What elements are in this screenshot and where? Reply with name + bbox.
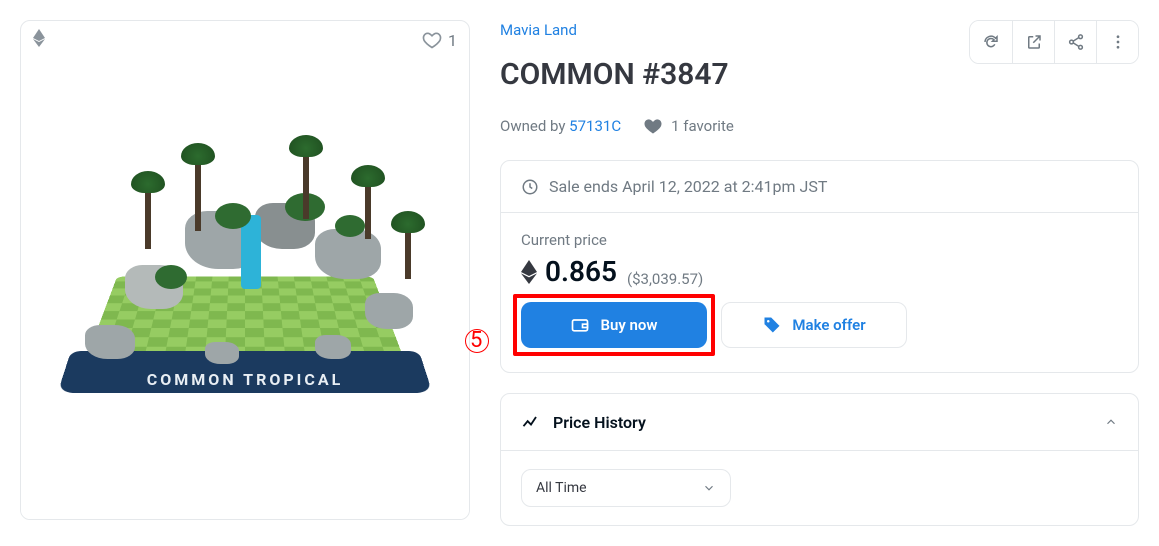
owner-link[interactable]: 57131C xyxy=(569,117,621,135)
time-range-select[interactable]: All Time xyxy=(521,469,731,507)
step-marker: 5 xyxy=(467,328,479,353)
select-value: All Time xyxy=(536,480,587,496)
history-title: Price History xyxy=(553,413,646,432)
buy-now-button[interactable]: Buy now xyxy=(521,302,707,348)
price-history-card: Price History All Time xyxy=(500,393,1139,526)
refresh-button[interactable] xyxy=(970,21,1012,63)
chevron-down-icon xyxy=(702,481,716,495)
ethereum-icon xyxy=(521,260,537,284)
sale-card: Sale ends April 12, 2022 at 2:41pm JST C… xyxy=(500,160,1139,373)
share-icon xyxy=(1067,33,1085,51)
favorite-count: 1 xyxy=(448,31,457,50)
favorite-small[interactable]: 1 xyxy=(422,30,457,50)
chevron-up-icon xyxy=(1104,415,1118,429)
external-link-button[interactable] xyxy=(1012,21,1054,63)
price-history-header[interactable]: Price History xyxy=(501,394,1138,450)
more-icon xyxy=(1109,33,1127,51)
favorite-text: 1 favorite xyxy=(671,117,734,135)
external-link-icon xyxy=(1025,33,1043,51)
more-button[interactable] xyxy=(1096,21,1138,63)
terrain-label: COMMON TROPICAL xyxy=(55,370,435,389)
clock-icon xyxy=(521,178,539,196)
chart-icon xyxy=(521,412,541,432)
chain-icon xyxy=(33,29,45,51)
nft-image[interactable]: COMMON TROPICAL xyxy=(21,59,469,519)
price-value: 0.865 xyxy=(545,255,617,288)
refresh-icon xyxy=(982,33,1000,51)
heart-icon xyxy=(422,30,442,50)
sale-end-text: Sale ends April 12, 2022 at 2:41pm JST xyxy=(549,177,827,196)
top-actions xyxy=(969,20,1139,64)
make-offer-button[interactable]: Make offer xyxy=(721,302,907,348)
step-highlight: Buy now xyxy=(513,294,715,356)
collection-link[interactable]: Mavia Land xyxy=(500,21,577,39)
nft-image-card: 1 xyxy=(20,20,470,520)
share-button[interactable] xyxy=(1054,21,1096,63)
wallet-icon xyxy=(570,315,590,335)
tag-icon xyxy=(762,315,782,335)
price-usd: ($3,039.57) xyxy=(627,270,703,288)
favorite-count-large[interactable]: 1 favorite xyxy=(643,116,734,136)
heart-icon xyxy=(643,116,663,136)
price-label: Current price xyxy=(521,231,1118,249)
owned-by: Owned by 57131C xyxy=(500,117,621,135)
